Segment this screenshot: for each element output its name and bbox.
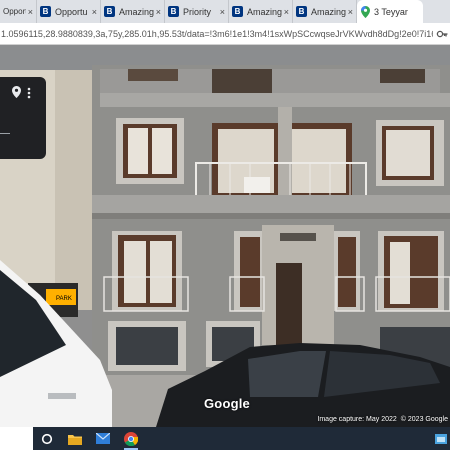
more-vert-icon[interactable] — [27, 86, 31, 104]
booking-icon: B — [296, 6, 307, 17]
location-pin-icon[interactable] — [12, 85, 21, 103]
file-explorer-icon[interactable] — [61, 427, 89, 450]
browser-tab-5[interactable]: B Amazing × — [229, 0, 293, 23]
street-view-info-card[interactable] — [0, 77, 46, 159]
copyright-text[interactable]: © 2023 Google — [401, 416, 448, 423]
tab-title: Amazing — [247, 6, 282, 17]
park-sign-text: PARK — [56, 296, 72, 302]
tab-close-icon[interactable]: × — [156, 7, 161, 17]
tab-title: Opportu — [55, 6, 88, 17]
tab-close-icon[interactable]: × — [92, 7, 97, 17]
browser-tab-6[interactable]: B Amazing × — [293, 0, 357, 23]
image-capture-date: Image capture: May 2022 — [317, 416, 397, 423]
booking-icon: B — [40, 6, 51, 17]
windows-taskbar — [0, 427, 450, 450]
info-card-divider — [0, 133, 10, 134]
browser-tab-3[interactable]: B Amazing × — [101, 0, 165, 23]
booking-icon: B — [168, 6, 179, 17]
maps-pin-icon — [360, 5, 370, 18]
tab-title: Amazing — [119, 6, 154, 17]
mail-icon[interactable] — [89, 427, 117, 450]
address-bar[interactable]: 1.0596115,28.9880839,3a,75y,285.01h,95.5… — [0, 23, 450, 45]
tab-close-icon[interactable]: × — [220, 7, 225, 17]
browser-tab-strip: Opportu × B Opportu × B Amazing × B Prio… — [0, 0, 450, 23]
google-logo: Google — [204, 396, 250, 411]
booking-icon: B — [232, 6, 243, 17]
street-view-image: PARK — [0, 45, 450, 427]
attribution-bar: Image capture: May 2022 © 2023 Google — [317, 416, 448, 423]
browser-tab-1[interactable]: Opportu × — [0, 0, 37, 23]
tab-title: Amazing — [311, 6, 346, 17]
browser-tab-4[interactable]: B Priority × — [165, 0, 229, 23]
booking-icon: B — [104, 6, 115, 17]
url-text[interactable]: 1.0596115,28.9880839,3a,75y,285.01h,95.5… — [0, 29, 433, 39]
browser-tab-2[interactable]: B Opportu × — [37, 0, 101, 23]
street-view-panorama[interactable]: PARK Google Image capture: May 2022 © 20… — [0, 45, 450, 427]
tab-close-icon[interactable]: × — [284, 7, 289, 17]
tray-icon[interactable] — [432, 427, 450, 450]
tab-title: Opportu — [3, 7, 26, 16]
tab-close-icon[interactable]: × — [28, 7, 33, 17]
chrome-icon[interactable] — [117, 427, 145, 450]
tab-title: 3 Teyyar — [374, 6, 408, 17]
tab-close-icon[interactable]: × — [348, 7, 353, 17]
browser-tab-active[interactable]: 3 Teyyar — [357, 0, 423, 23]
search-box[interactable] — [0, 427, 33, 450]
key-icon[interactable] — [433, 28, 450, 40]
tab-title: Priority — [183, 6, 212, 17]
cortana-icon[interactable] — [33, 427, 61, 450]
